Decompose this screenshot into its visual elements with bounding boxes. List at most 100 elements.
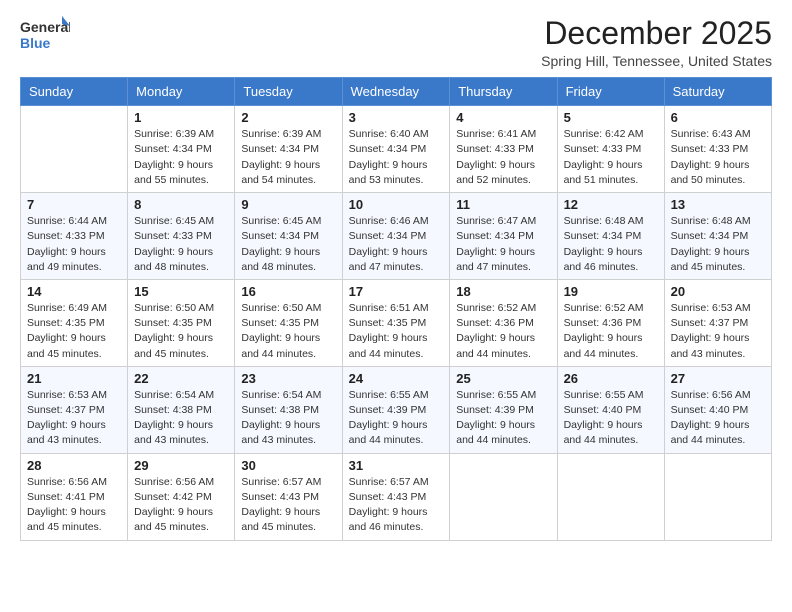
- day-number: 4: [456, 110, 550, 125]
- day-number: 1: [134, 110, 228, 125]
- table-row: [664, 453, 771, 540]
- day-number: 30: [241, 458, 335, 473]
- day-number: 5: [564, 110, 658, 125]
- day-number: 22: [134, 371, 228, 386]
- day-number: 10: [349, 197, 444, 212]
- day-detail: Sunrise: 6:40 AMSunset: 4:34 PMDaylight:…: [349, 127, 444, 188]
- day-detail: Sunrise: 6:49 AMSunset: 4:35 PMDaylight:…: [27, 301, 121, 362]
- day-detail: Sunrise: 6:53 AMSunset: 4:37 PMDaylight:…: [671, 301, 765, 362]
- table-row: 5 Sunrise: 6:42 AMSunset: 4:33 PMDayligh…: [557, 106, 664, 193]
- day-detail: Sunrise: 6:57 AMSunset: 4:43 PMDaylight:…: [241, 475, 335, 536]
- table-row: [450, 453, 557, 540]
- day-detail: Sunrise: 6:56 AMSunset: 4:40 PMDaylight:…: [671, 388, 765, 449]
- day-detail: Sunrise: 6:57 AMSunset: 4:43 PMDaylight:…: [349, 475, 444, 536]
- logo: General Blue: [20, 16, 70, 52]
- table-row: [557, 453, 664, 540]
- col-saturday: Saturday: [664, 78, 771, 106]
- day-number: 25: [456, 371, 550, 386]
- day-detail: Sunrise: 6:45 AMSunset: 4:34 PMDaylight:…: [241, 214, 335, 275]
- table-row: 7 Sunrise: 6:44 AMSunset: 4:33 PMDayligh…: [21, 193, 128, 280]
- day-detail: Sunrise: 6:48 AMSunset: 4:34 PMDaylight:…: [564, 214, 658, 275]
- title-block: December 2025 Spring Hill, Tennessee, Un…: [541, 16, 772, 69]
- table-row: 3 Sunrise: 6:40 AMSunset: 4:34 PMDayligh…: [342, 106, 450, 193]
- day-detail: Sunrise: 6:39 AMSunset: 4:34 PMDaylight:…: [241, 127, 335, 188]
- table-row: 31 Sunrise: 6:57 AMSunset: 4:43 PMDaylig…: [342, 453, 450, 540]
- day-number: 2: [241, 110, 335, 125]
- day-detail: Sunrise: 6:43 AMSunset: 4:33 PMDaylight:…: [671, 127, 765, 188]
- day-detail: Sunrise: 6:55 AMSunset: 4:40 PMDaylight:…: [564, 388, 658, 449]
- day-detail: Sunrise: 6:55 AMSunset: 4:39 PMDaylight:…: [456, 388, 550, 449]
- day-detail: Sunrise: 6:50 AMSunset: 4:35 PMDaylight:…: [134, 301, 228, 362]
- table-row: 26 Sunrise: 6:55 AMSunset: 4:40 PMDaylig…: [557, 366, 664, 453]
- day-number: 11: [456, 197, 550, 212]
- table-row: 30 Sunrise: 6:57 AMSunset: 4:43 PMDaylig…: [235, 453, 342, 540]
- day-detail: Sunrise: 6:42 AMSunset: 4:33 PMDaylight:…: [564, 127, 658, 188]
- day-number: 7: [27, 197, 121, 212]
- table-row: 24 Sunrise: 6:55 AMSunset: 4:39 PMDaylig…: [342, 366, 450, 453]
- day-detail: Sunrise: 6:53 AMSunset: 4:37 PMDaylight:…: [27, 388, 121, 449]
- table-row: 16 Sunrise: 6:50 AMSunset: 4:35 PMDaylig…: [235, 279, 342, 366]
- calendar-week-row: 21 Sunrise: 6:53 AMSunset: 4:37 PMDaylig…: [21, 366, 772, 453]
- day-number: 21: [27, 371, 121, 386]
- day-number: 9: [241, 197, 335, 212]
- table-row: 8 Sunrise: 6:45 AMSunset: 4:33 PMDayligh…: [128, 193, 235, 280]
- day-detail: Sunrise: 6:47 AMSunset: 4:34 PMDaylight:…: [456, 214, 550, 275]
- day-detail: Sunrise: 6:50 AMSunset: 4:35 PMDaylight:…: [241, 301, 335, 362]
- table-row: 19 Sunrise: 6:52 AMSunset: 4:36 PMDaylig…: [557, 279, 664, 366]
- day-number: 24: [349, 371, 444, 386]
- table-row: 14 Sunrise: 6:49 AMSunset: 4:35 PMDaylig…: [21, 279, 128, 366]
- day-number: 18: [456, 284, 550, 299]
- col-sunday: Sunday: [21, 78, 128, 106]
- day-number: 14: [27, 284, 121, 299]
- table-row: 15 Sunrise: 6:50 AMSunset: 4:35 PMDaylig…: [128, 279, 235, 366]
- day-number: 15: [134, 284, 228, 299]
- table-row: 2 Sunrise: 6:39 AMSunset: 4:34 PMDayligh…: [235, 106, 342, 193]
- day-detail: Sunrise: 6:56 AMSunset: 4:41 PMDaylight:…: [27, 475, 121, 536]
- day-number: 13: [671, 197, 765, 212]
- day-detail: Sunrise: 6:52 AMSunset: 4:36 PMDaylight:…: [564, 301, 658, 362]
- col-wednesday: Wednesday: [342, 78, 450, 106]
- day-number: 26: [564, 371, 658, 386]
- table-row: 21 Sunrise: 6:53 AMSunset: 4:37 PMDaylig…: [21, 366, 128, 453]
- day-detail: Sunrise: 6:52 AMSunset: 4:36 PMDaylight:…: [456, 301, 550, 362]
- calendar-week-row: 28 Sunrise: 6:56 AMSunset: 4:41 PMDaylig…: [21, 453, 772, 540]
- calendar-week-row: 1 Sunrise: 6:39 AMSunset: 4:34 PMDayligh…: [21, 106, 772, 193]
- svg-text:Blue: Blue: [20, 35, 51, 51]
- day-detail: Sunrise: 6:46 AMSunset: 4:34 PMDaylight:…: [349, 214, 444, 275]
- table-row: 27 Sunrise: 6:56 AMSunset: 4:40 PMDaylig…: [664, 366, 771, 453]
- table-row: 18 Sunrise: 6:52 AMSunset: 4:36 PMDaylig…: [450, 279, 557, 366]
- main-title: December 2025: [541, 16, 772, 51]
- calendar-table: Sunday Monday Tuesday Wednesday Thursday…: [20, 77, 772, 540]
- day-detail: Sunrise: 6:55 AMSunset: 4:39 PMDaylight:…: [349, 388, 444, 449]
- day-number: 20: [671, 284, 765, 299]
- day-number: 3: [349, 110, 444, 125]
- table-row: 25 Sunrise: 6:55 AMSunset: 4:39 PMDaylig…: [450, 366, 557, 453]
- day-detail: Sunrise: 6:41 AMSunset: 4:33 PMDaylight:…: [456, 127, 550, 188]
- day-detail: Sunrise: 6:56 AMSunset: 4:42 PMDaylight:…: [134, 475, 228, 536]
- day-detail: Sunrise: 6:51 AMSunset: 4:35 PMDaylight:…: [349, 301, 444, 362]
- col-tuesday: Tuesday: [235, 78, 342, 106]
- col-monday: Monday: [128, 78, 235, 106]
- day-detail: Sunrise: 6:44 AMSunset: 4:33 PMDaylight:…: [27, 214, 121, 275]
- table-row: 22 Sunrise: 6:54 AMSunset: 4:38 PMDaylig…: [128, 366, 235, 453]
- day-number: 19: [564, 284, 658, 299]
- day-number: 27: [671, 371, 765, 386]
- day-number: 17: [349, 284, 444, 299]
- day-number: 6: [671, 110, 765, 125]
- day-number: 29: [134, 458, 228, 473]
- calendar-header-row: Sunday Monday Tuesday Wednesday Thursday…: [21, 78, 772, 106]
- table-row: 20 Sunrise: 6:53 AMSunset: 4:37 PMDaylig…: [664, 279, 771, 366]
- subtitle: Spring Hill, Tennessee, United States: [541, 53, 772, 69]
- day-detail: Sunrise: 6:54 AMSunset: 4:38 PMDaylight:…: [241, 388, 335, 449]
- day-number: 23: [241, 371, 335, 386]
- table-row: 13 Sunrise: 6:48 AMSunset: 4:34 PMDaylig…: [664, 193, 771, 280]
- calendar-week-row: 14 Sunrise: 6:49 AMSunset: 4:35 PMDaylig…: [21, 279, 772, 366]
- page: General Blue December 2025 Spring Hill, …: [0, 0, 792, 612]
- table-row: 11 Sunrise: 6:47 AMSunset: 4:34 PMDaylig…: [450, 193, 557, 280]
- table-row: [21, 106, 128, 193]
- logo-svg: General Blue: [20, 16, 70, 52]
- table-row: 9 Sunrise: 6:45 AMSunset: 4:34 PMDayligh…: [235, 193, 342, 280]
- day-number: 8: [134, 197, 228, 212]
- day-number: 12: [564, 197, 658, 212]
- table-row: 6 Sunrise: 6:43 AMSunset: 4:33 PMDayligh…: [664, 106, 771, 193]
